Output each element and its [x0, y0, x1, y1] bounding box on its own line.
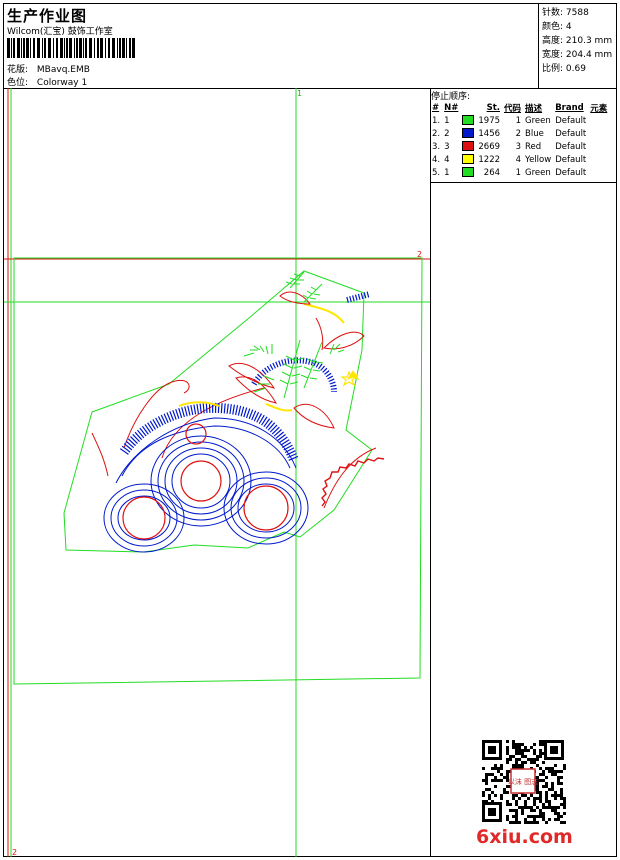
color-description: Red	[525, 141, 542, 152]
panel-divider	[430, 88, 431, 857]
height-value: 210.3 mm	[565, 36, 613, 46]
qr-stamp-text: 以沫 图志	[508, 777, 538, 786]
colorway-row: 色位: Colorway 1	[7, 75, 87, 88]
color-swatch	[462, 154, 475, 165]
needle-number: 2	[444, 128, 450, 139]
color-code: 1	[515, 167, 522, 178]
thread-brand: Default	[555, 154, 587, 165]
red-circles	[122, 423, 289, 540]
color-description: Green	[525, 115, 551, 126]
table-row: 1. 1 1975 1 Green Default	[430, 114, 609, 127]
stitch-count: 1222	[478, 154, 501, 165]
table-row: 4. 4 1222 4 Yellow Default	[430, 153, 609, 166]
color-description: Yellow	[525, 154, 552, 165]
col-header: 描述	[525, 103, 543, 114]
needle-number: 4	[444, 154, 450, 165]
color-swatch	[462, 167, 475, 178]
col-header: N#	[444, 102, 459, 113]
guide-lines	[4, 88, 430, 857]
scale-value: 0.69	[565, 64, 586, 74]
swatch-cell	[460, 114, 476, 127]
color-code: 4	[515, 154, 522, 165]
color-description: Green	[525, 167, 551, 178]
stats-divider	[538, 3, 539, 88]
color-code: 1	[515, 115, 522, 126]
table-row: 3. 3 2669 3 Red Default	[430, 140, 609, 153]
needle-number: 1	[444, 167, 450, 178]
qr-stamp: 以沫 图志	[508, 768, 538, 794]
scale-label: 比例:	[542, 64, 564, 74]
sequence-divider	[430, 182, 617, 183]
stop-sequence-table: # N# St. 代码 描述 Brand 元素 1. 1 1975 1 Green Def…	[430, 101, 609, 179]
row-index: 3.	[432, 141, 441, 152]
stats-panel: 针数: 7588 颜色: 4 高度: 210.3 mm 宽度: 204.4 mm…	[542, 6, 612, 76]
blue-top-bar	[346, 291, 371, 303]
thread-brand: Default	[555, 115, 587, 126]
stitch-count: 264	[483, 167, 501, 178]
page-title: 生产作业图	[7, 7, 88, 25]
swatch-cell	[460, 153, 476, 166]
height-label: 高度:	[542, 36, 564, 46]
colorway-value: Colorway 1	[36, 78, 88, 88]
col-header: 代码	[504, 103, 522, 114]
stitches-label: 针数:	[542, 8, 564, 18]
col-header: Brand	[555, 102, 584, 113]
guide-label-v1: 1	[297, 89, 302, 98]
corner-label: 2	[12, 848, 17, 857]
col-header: St.	[486, 102, 501, 113]
swatch-cell	[460, 140, 476, 153]
stitches-value: 7588	[565, 8, 589, 18]
table-row: 2. 2 1456 2 Blue Default	[430, 127, 609, 140]
color-code: 3	[515, 141, 522, 152]
design-file-row: 花版: MBavq.EMB	[7, 62, 90, 75]
table-row: 5. 1 264 1 Green Default	[430, 166, 609, 179]
needle-number: 3	[444, 141, 450, 152]
colors-label: 颜色:	[542, 22, 564, 32]
col-header	[460, 101, 476, 114]
color-code: 2	[515, 128, 522, 139]
row-index: 5.	[432, 167, 441, 178]
col-header: 元素	[590, 103, 608, 114]
stitch-count: 1456	[478, 128, 501, 139]
red-branch	[321, 457, 385, 507]
swatch-cell	[460, 127, 476, 140]
table-header-row: # N# St. 代码 描述 Brand 元素	[430, 101, 609, 114]
embroidery-design: 1 2 2	[4, 88, 430, 857]
swatch-cell	[460, 166, 476, 179]
color-swatch	[462, 128, 475, 139]
thread-brand: Default	[555, 141, 587, 152]
design-file-label: 花版:	[7, 65, 29, 75]
col-header: #	[432, 102, 440, 113]
needle-number: 1	[444, 115, 450, 126]
width-value: 204.4 mm	[565, 50, 613, 60]
row-index: 4.	[432, 154, 441, 165]
width-label: 宽度:	[542, 50, 564, 60]
company-name: Wilcom(汇宝) 鼓饰工作室	[7, 27, 113, 37]
thread-brand: Default	[555, 167, 587, 178]
design-file-name: MBavq.EMB	[36, 65, 90, 75]
stitch-count: 1975	[478, 115, 501, 126]
row-index: 2.	[432, 128, 441, 139]
stitch-count: 2669	[478, 141, 501, 152]
colors-value: 4	[565, 22, 572, 32]
qr-code: 以沫 图志	[480, 738, 566, 824]
row-index: 1.	[432, 115, 441, 126]
color-swatch	[462, 141, 475, 152]
yellow-accents	[178, 303, 360, 412]
watermark-logo: 6xiu.com	[476, 826, 573, 848]
thread-brand: Default	[555, 128, 587, 139]
colorway-label: 色位:	[7, 78, 29, 88]
barcode	[7, 38, 135, 58]
blue-upper-arch	[251, 357, 337, 393]
color-swatch	[462, 115, 475, 126]
color-description: Blue	[525, 128, 544, 139]
blue-rings	[103, 417, 309, 553]
